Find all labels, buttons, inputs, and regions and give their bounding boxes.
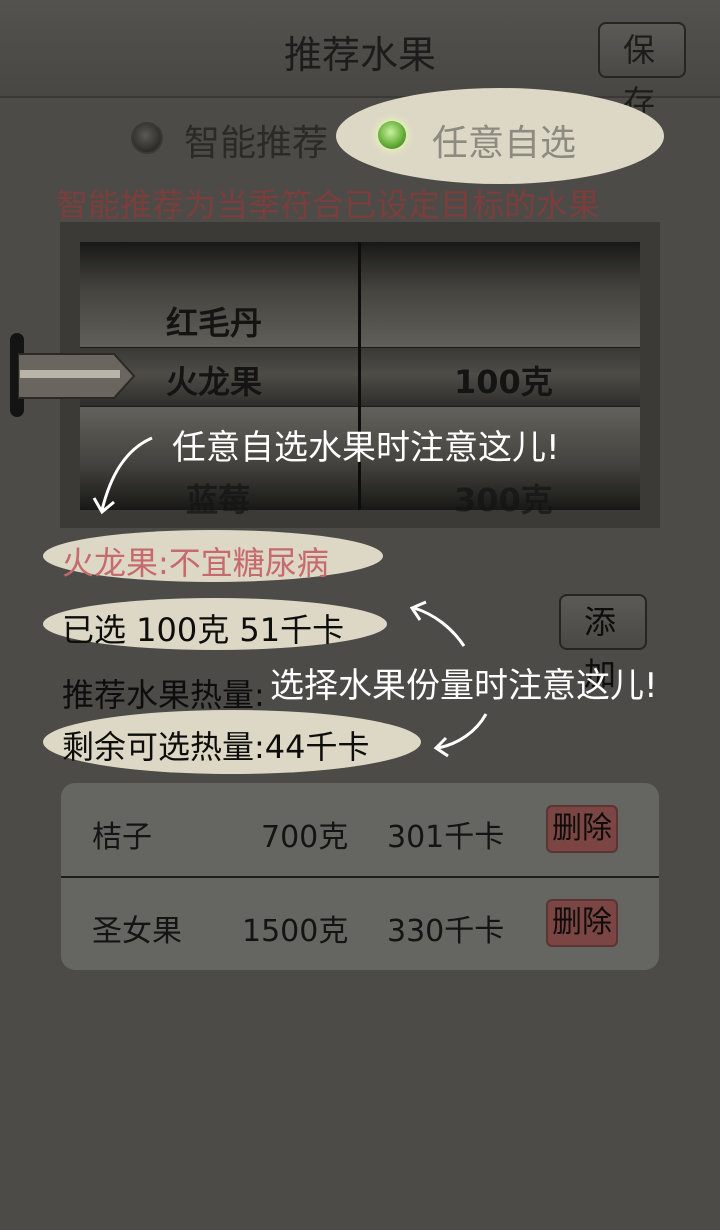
- amount-tip-annotation: 选择水果份量时注意这儿!: [270, 666, 658, 706]
- picker-amount-item[interactable]: 300克: [454, 475, 553, 521]
- picker-fruit-item[interactable]: 红毛丹: [166, 298, 262, 344]
- fruit-warning-text: 火龙果:不宜糖尿病: [62, 544, 329, 582]
- picker-fruit-item[interactable]: 蓝莓: [186, 475, 250, 521]
- list-divider: [61, 876, 659, 878]
- list-item-name: 圣女果: [92, 914, 182, 949]
- smart-recommend-hint: 智能推荐为当季符合已设定目标的水果: [56, 186, 601, 224]
- list-item-amount: 1500克: [242, 914, 349, 949]
- list-item-calories: 301千卡: [387, 820, 505, 855]
- picker-fruit-item-selected[interactable]: 火龙果: [166, 357, 262, 403]
- picker-divider: [358, 242, 361, 510]
- fruit-tip-annotation: 任意自选水果时注意这儿!: [172, 428, 560, 468]
- curved-arrow-icon: [92, 436, 153, 515]
- curved-arrow-down-icon: [433, 713, 488, 758]
- curved-arrow-up-icon: [409, 600, 466, 647]
- picker-amount-item-selected[interactable]: 100克: [454, 357, 553, 403]
- remaining-calories-text: 剩余可选热量:44千卡: [62, 728, 370, 766]
- radio-smart-recommend[interactable]: [131, 122, 163, 154]
- list-item-amount: 700克: [261, 820, 349, 855]
- list-item-calories: 330千卡: [387, 914, 505, 949]
- selected-amount-text: 已选 100克 51千卡: [62, 611, 345, 649]
- list-item-name: 桔子: [92, 820, 152, 855]
- delete-button[interactable]: 删除: [546, 899, 618, 947]
- delete-button[interactable]: 删除: [546, 805, 618, 853]
- pointer-arrow-icon: [18, 353, 136, 399]
- add-button[interactable]: 添 加: [559, 594, 647, 693]
- radio-custom-select[interactable]: [378, 121, 406, 149]
- radio-label-smart[interactable]: 智能推荐: [184, 114, 328, 166]
- radio-label-custom[interactable]: 任意自选: [432, 114, 576, 166]
- save-button[interactable]: 保 存: [598, 22, 686, 121]
